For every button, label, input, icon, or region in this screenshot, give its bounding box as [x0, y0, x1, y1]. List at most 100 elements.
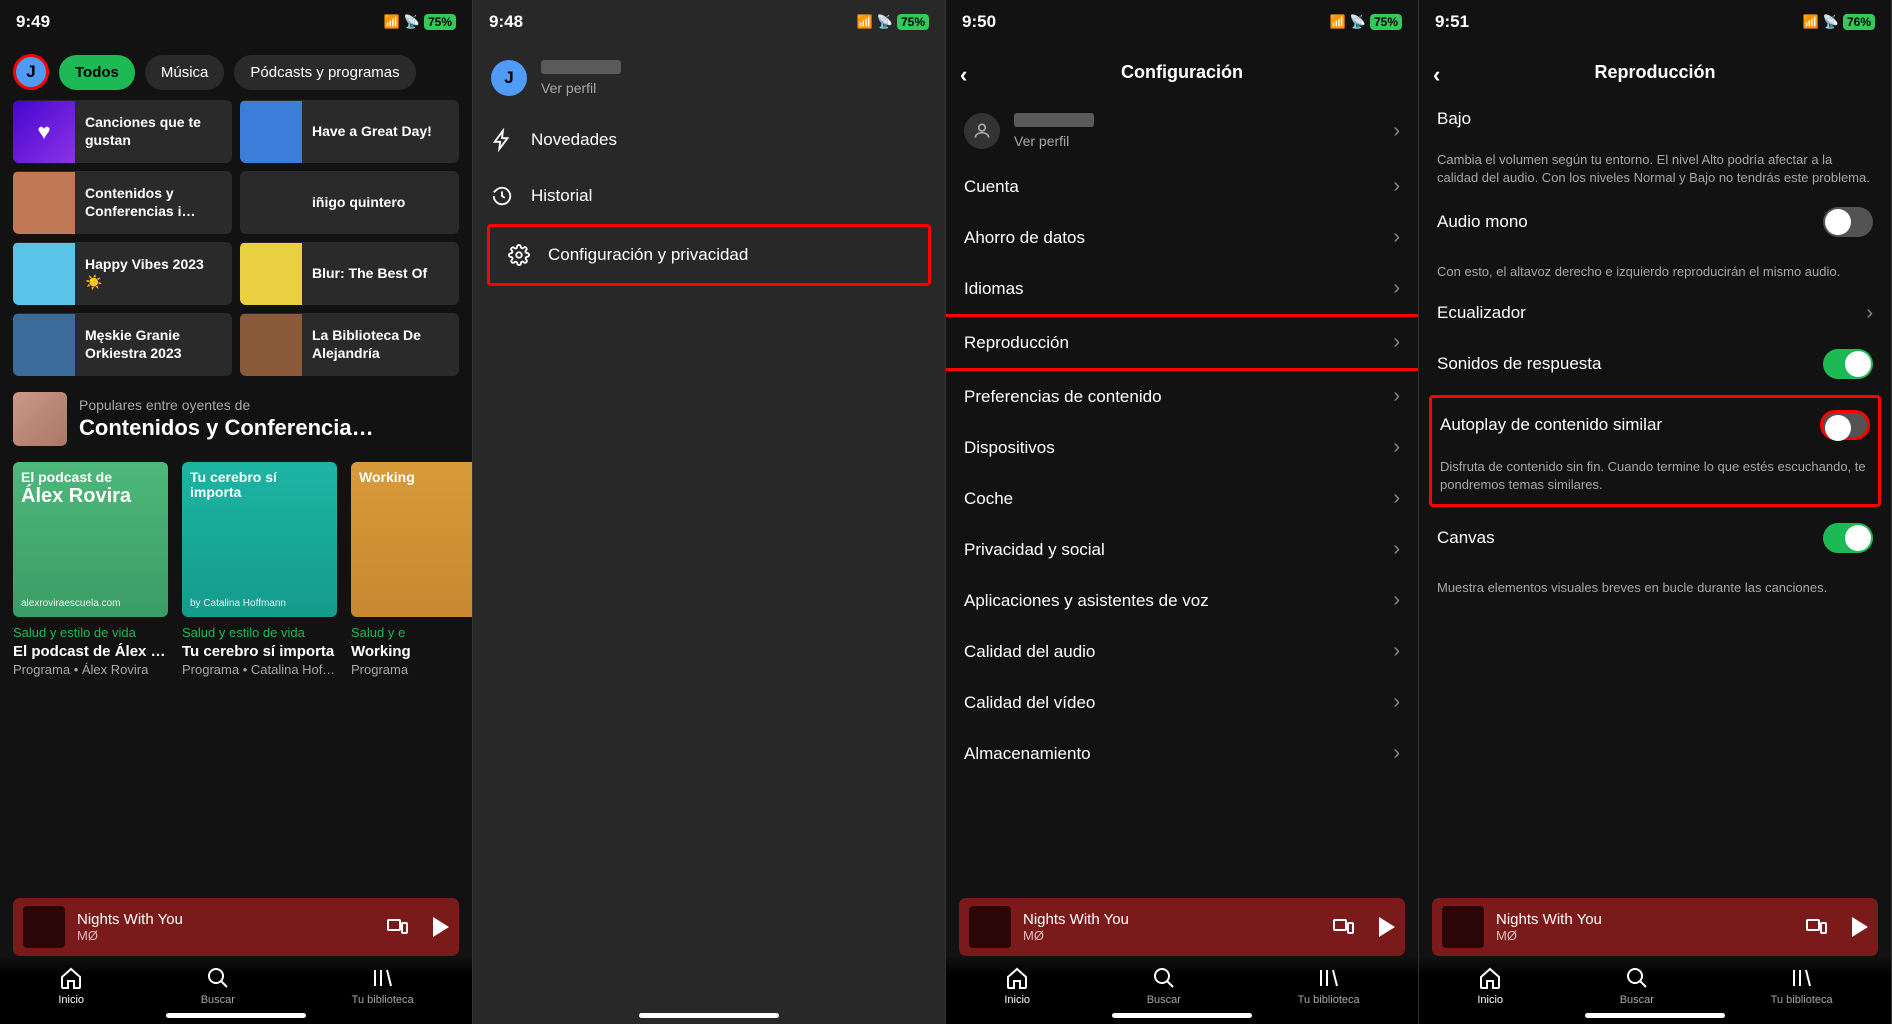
- card[interactable]: Tu cerebro sí importaby Catalina Hoffman…: [182, 462, 337, 677]
- play-icon[interactable]: [1379, 917, 1395, 937]
- chevron-right-icon: ›: [1393, 175, 1400, 198]
- profile-row[interactable]: J Ver perfil: [473, 44, 945, 112]
- home-indicator[interactable]: [166, 1013, 306, 1018]
- filter-todos[interactable]: Todos: [59, 55, 135, 90]
- devices-icon[interactable]: [385, 915, 409, 939]
- tile[interactable]: Blur: The Best Of: [240, 242, 459, 305]
- avatar: J: [491, 60, 527, 96]
- ver-perfil-label: Ver perfil: [541, 80, 621, 96]
- home-icon: [1005, 966, 1029, 990]
- back-button[interactable]: ‹: [1433, 62, 1440, 88]
- status-bar: 9:50 📶📡 75%: [946, 0, 1418, 44]
- screen-reproduccion: 9:51 📶📡 76% ‹ Reproducción Bajo Cambia e…: [1419, 0, 1892, 1024]
- heart-icon: ♥: [37, 119, 50, 145]
- card[interactable]: El podcast deÁlex Roviraalexroviraescuel…: [13, 462, 168, 677]
- filter-podcasts[interactable]: Pódcasts y programas: [234, 55, 415, 90]
- chevron-right-icon: ›: [1393, 487, 1400, 510]
- chevron-right-icon: ›: [1393, 226, 1400, 249]
- tile[interactable]: ♥Canciones que te gustan: [13, 100, 232, 163]
- tile[interactable]: Męskie Granie Orkiestra 2023: [13, 313, 232, 376]
- tile[interactable]: iñigo quintero: [240, 171, 459, 234]
- row-privacidad[interactable]: Privacidad y social›: [946, 524, 1418, 575]
- library-icon: [371, 966, 395, 990]
- home-indicator[interactable]: [1585, 1013, 1725, 1018]
- history-icon: [491, 184, 513, 208]
- tab-biblioteca[interactable]: Tu biblioteca: [1771, 966, 1833, 1006]
- row-dispositivos[interactable]: Dispositivos›: [946, 422, 1418, 473]
- devices-icon[interactable]: [1331, 915, 1355, 939]
- toggle-mono[interactable]: [1823, 207, 1873, 237]
- home-indicator[interactable]: [639, 1013, 779, 1018]
- card[interactable]: Working Salud y e Working Programa: [351, 462, 472, 677]
- status-right: 📶📡 76%: [1803, 14, 1875, 30]
- card-art: Working: [351, 462, 472, 617]
- tab-buscar[interactable]: Buscar: [1147, 966, 1181, 1006]
- now-playing[interactable]: Nights With You MØ: [13, 898, 459, 956]
- canvas-desc: Muestra elementos visuales breves en buc…: [1437, 579, 1873, 597]
- chevron-right-icon: ›: [1393, 277, 1400, 300]
- tile[interactable]: La Biblioteca De Alejandría: [240, 313, 459, 376]
- menu-config[interactable]: Configuración y privacidad: [487, 224, 931, 286]
- play-icon[interactable]: [433, 917, 449, 937]
- status-right: 📶📡 75%: [857, 14, 929, 30]
- avatar[interactable]: J: [13, 54, 49, 90]
- status-bar: 9:48 📶📡 75%: [473, 0, 945, 44]
- profile-row[interactable]: Ver perfil ›: [946, 101, 1418, 161]
- wifi-icon: 📡: [1350, 14, 1366, 30]
- tab-buscar[interactable]: Buscar: [201, 966, 235, 1006]
- tab-biblioteca[interactable]: Tu biblioteca: [352, 966, 414, 1006]
- row-cuenta[interactable]: Cuenta›: [946, 161, 1418, 212]
- tile[interactable]: Happy Vibes 2023 ☀️: [13, 242, 232, 305]
- mono-desc: Con esto, el altavoz derecho e izquierdo…: [1437, 263, 1873, 281]
- card-art: Tu cerebro sí importaby Catalina Hoffman…: [182, 462, 337, 617]
- ver-perfil-label: Ver perfil: [1014, 133, 1094, 149]
- tab-biblioteca[interactable]: Tu biblioteca: [1298, 966, 1360, 1006]
- row-sonidos: Sonidos de respuesta: [1419, 337, 1891, 391]
- row-idiomas[interactable]: Idiomas›: [946, 263, 1418, 314]
- status-time: 9:48: [489, 12, 523, 32]
- tab-inicio[interactable]: Inicio: [1477, 966, 1503, 1006]
- row-almacenamiento[interactable]: Almacenamiento›: [946, 728, 1418, 779]
- tile[interactable]: Have a Great Day!: [240, 100, 459, 163]
- toggle-autoplay[interactable]: [1820, 410, 1870, 440]
- row-preferencias[interactable]: Preferencias de contenido›: [946, 371, 1418, 422]
- chevron-right-icon: ›: [1393, 538, 1400, 561]
- battery-badge: 75%: [1370, 14, 1402, 30]
- row-apps[interactable]: Aplicaciones y asistentes de voz›: [946, 575, 1418, 626]
- tab-inicio[interactable]: Inicio: [1004, 966, 1030, 1006]
- row-audio[interactable]: Calidad del audio›: [946, 626, 1418, 677]
- now-playing[interactable]: Nights With YouMØ: [959, 898, 1405, 956]
- autoplay-desc: Disfruta de contenido sin fin. Cuando te…: [1440, 458, 1870, 494]
- chevron-right-icon: ›: [1393, 436, 1400, 459]
- row-video[interactable]: Calidad del vídeo›: [946, 677, 1418, 728]
- row-bajo[interactable]: Bajo: [1419, 101, 1891, 137]
- signal-icon: 📶: [1330, 14, 1346, 30]
- filter-musica[interactable]: Música: [145, 55, 225, 90]
- menu-novedades[interactable]: Novedades: [473, 112, 945, 168]
- back-button[interactable]: ‹: [960, 62, 967, 88]
- tab-buscar[interactable]: Buscar: [1620, 966, 1654, 1006]
- gear-icon: [508, 243, 530, 267]
- search-icon: [206, 966, 230, 990]
- row-coche[interactable]: Coche›: [946, 473, 1418, 524]
- devices-icon[interactable]: [1804, 915, 1828, 939]
- signal-icon: 📶: [1803, 14, 1819, 30]
- section-subhead: Populares entre oyentes de: [79, 397, 374, 413]
- row-reproduccion[interactable]: Reproducción›: [946, 317, 1418, 368]
- toggle-canvas[interactable]: [1823, 523, 1873, 553]
- menu-historial[interactable]: Historial: [473, 168, 945, 224]
- home-indicator[interactable]: [1112, 1013, 1252, 1018]
- status-bar: 9:49 📶 📡 75%: [0, 0, 472, 44]
- chevron-right-icon: ›: [1393, 331, 1400, 354]
- toggle-sonidos[interactable]: [1823, 349, 1873, 379]
- row-ahorro[interactable]: Ahorro de datos›: [946, 212, 1418, 263]
- row-ecualizador[interactable]: Ecualizador ›: [1419, 290, 1891, 337]
- now-playing-art: [1442, 906, 1484, 948]
- play-icon[interactable]: [1852, 917, 1868, 937]
- card-art: El podcast deÁlex Roviraalexroviraescuel…: [13, 462, 168, 617]
- now-playing[interactable]: Nights With YouMØ: [1432, 898, 1878, 956]
- tab-inicio[interactable]: Inicio: [58, 966, 84, 1006]
- tile[interactable]: Contenidos y Conferencias i…: [13, 171, 232, 234]
- status-time: 9:49: [16, 12, 50, 32]
- person-icon: [972, 121, 992, 141]
